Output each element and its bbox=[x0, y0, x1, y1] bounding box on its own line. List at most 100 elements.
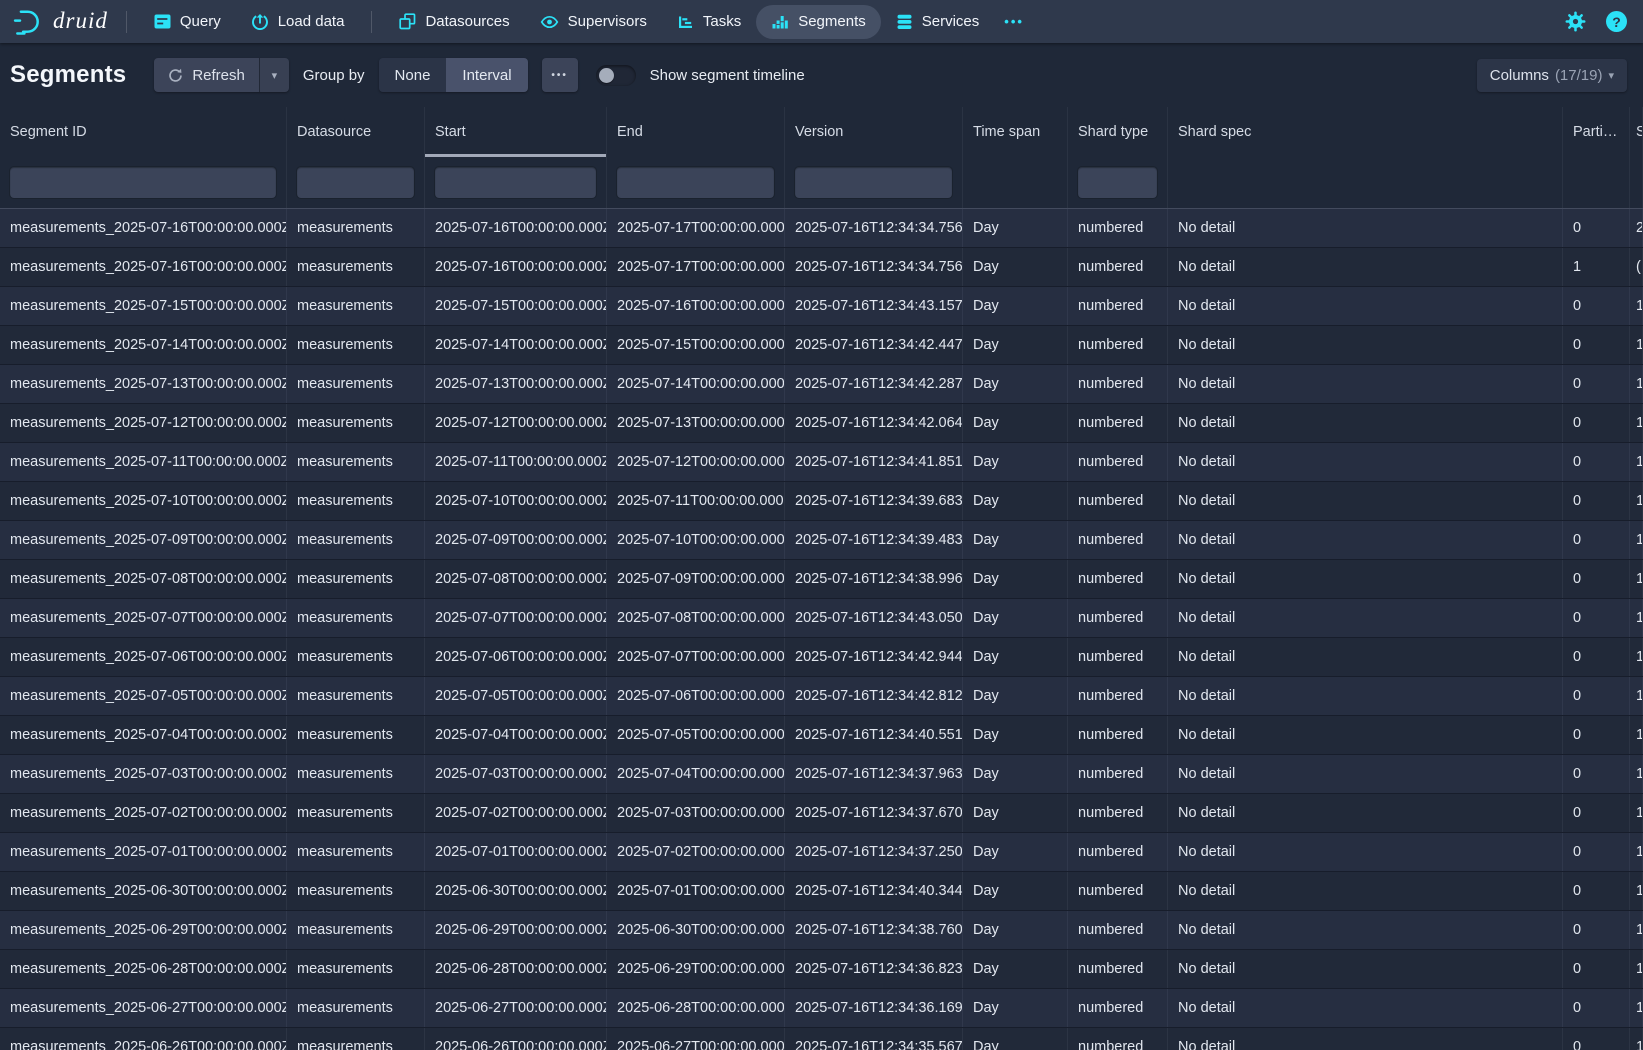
query-icon bbox=[154, 14, 171, 29]
nav-item-services[interactable]: Services bbox=[881, 5, 995, 39]
cell-shard_type: numbered bbox=[1068, 209, 1168, 247]
cell-datasource: measurements bbox=[287, 1028, 425, 1050]
column-header-start[interactable]: Start bbox=[425, 107, 607, 157]
cell-shard_spec: No detail bbox=[1168, 326, 1563, 364]
table-row[interactable]: measurements_2025-07-16T00:00:00.000Z...… bbox=[0, 209, 1643, 248]
cell-segment_id: measurements_2025-06-29T00:00:00.000Z... bbox=[0, 911, 287, 949]
filter-input-datasource[interactable] bbox=[297, 167, 414, 198]
cell-shard_spec: No detail bbox=[1168, 404, 1563, 442]
table-row[interactable]: measurements_2025-07-10T00:00:00.000Z...… bbox=[0, 482, 1643, 521]
cell-segment_id: measurements_2025-07-03T00:00:00.000Z... bbox=[0, 755, 287, 793]
cell-end: 2025-07-17T00:00:00.000Z bbox=[607, 209, 785, 247]
filter-cell-shard_type bbox=[1068, 157, 1168, 208]
cell-size: 1 bbox=[1630, 521, 1643, 559]
cell-partition: 0 bbox=[1563, 950, 1630, 988]
filter-cell-datasource bbox=[287, 157, 425, 208]
column-header-segment_id[interactable]: Segment ID bbox=[0, 107, 287, 157]
filter-input-end[interactable] bbox=[617, 167, 774, 198]
cell-size: 2 bbox=[1630, 209, 1643, 247]
cell-start: 2025-07-13T00:00:00.000Z bbox=[425, 365, 607, 403]
cell-time_span: Day bbox=[963, 326, 1068, 364]
cell-partition: 0 bbox=[1563, 872, 1630, 910]
settings-button[interactable] bbox=[1565, 11, 1586, 32]
table-row[interactable]: measurements_2025-06-27T00:00:00.000Z...… bbox=[0, 989, 1643, 1028]
column-header-datasource[interactable]: Datasource bbox=[287, 107, 425, 157]
cell-time_span: Day bbox=[963, 872, 1068, 910]
nav-overflow-button[interactable]: ••• bbox=[994, 14, 1034, 29]
group-by-interval-button[interactable]: Interval bbox=[446, 58, 527, 92]
table-row[interactable]: measurements_2025-06-26T00:00:00.000Z...… bbox=[0, 1028, 1643, 1050]
cell-shard_type: numbered bbox=[1068, 677, 1168, 715]
table-row[interactable]: measurements_2025-07-06T00:00:00.000Z...… bbox=[0, 638, 1643, 677]
cell-size: 1 bbox=[1630, 326, 1643, 364]
cell-partition: 0 bbox=[1563, 482, 1630, 520]
table-row[interactable]: measurements_2025-07-09T00:00:00.000Z...… bbox=[0, 521, 1643, 560]
cell-datasource: measurements bbox=[287, 287, 425, 325]
cell-start: 2025-06-29T00:00:00.000Z bbox=[425, 911, 607, 949]
table-row[interactable]: measurements_2025-07-15T00:00:00.000Z...… bbox=[0, 287, 1643, 326]
help-button[interactable]: ? bbox=[1606, 11, 1627, 32]
filter-input-shard_type[interactable] bbox=[1078, 167, 1157, 198]
column-header-end[interactable]: End bbox=[607, 107, 785, 157]
cell-datasource: measurements bbox=[287, 248, 425, 286]
cell-partition: 0 bbox=[1563, 677, 1630, 715]
cell-shard_spec: No detail bbox=[1168, 209, 1563, 247]
nav-item-tasks[interactable]: Tasks bbox=[662, 5, 756, 39]
nav-item-load-data[interactable]: Load data bbox=[236, 5, 360, 39]
table-row[interactable]: measurements_2025-07-03T00:00:00.000Z...… bbox=[0, 755, 1643, 794]
table-row[interactable]: measurements_2025-07-14T00:00:00.000Z...… bbox=[0, 326, 1643, 365]
column-header-version[interactable]: Version bbox=[785, 107, 963, 157]
table-row[interactable]: measurements_2025-06-29T00:00:00.000Z...… bbox=[0, 911, 1643, 950]
table-row[interactable]: measurements_2025-07-07T00:00:00.000Z...… bbox=[0, 599, 1643, 638]
cell-version: 2025-07-16T12:34:39.683Z bbox=[785, 482, 963, 520]
group-by-none-button[interactable]: None bbox=[379, 58, 447, 92]
cell-end: 2025-06-27T00:00:00.000Z bbox=[607, 1028, 785, 1050]
cell-partition: 0 bbox=[1563, 209, 1630, 247]
segment-timeline-toggle[interactable] bbox=[596, 65, 636, 86]
cell-datasource: measurements bbox=[287, 482, 425, 520]
cell-shard_type: numbered bbox=[1068, 911, 1168, 949]
table-row[interactable]: measurements_2025-07-13T00:00:00.000Z...… bbox=[0, 365, 1643, 404]
nav-item-datasources[interactable]: Datasources bbox=[384, 5, 524, 39]
cell-shard_type: numbered bbox=[1068, 248, 1168, 286]
cell-time_span: Day bbox=[963, 755, 1068, 793]
column-header-size[interactable]: S bbox=[1630, 107, 1643, 157]
table-row[interactable]: measurements_2025-07-04T00:00:00.000Z...… bbox=[0, 716, 1643, 755]
filter-cell-time_span bbox=[963, 157, 1068, 208]
column-header-shard_spec[interactable]: Shard spec bbox=[1168, 107, 1563, 157]
refresh-button[interactable]: Refresh bbox=[154, 58, 259, 92]
cell-end: 2025-07-03T00:00:00.000Z bbox=[607, 794, 785, 832]
more-options-button[interactable]: ••• bbox=[542, 58, 578, 92]
nav-item-supervisors[interactable]: Supervisors bbox=[525, 5, 662, 39]
cell-size: 1 bbox=[1630, 599, 1643, 637]
filter-input-segment_id[interactable] bbox=[10, 167, 276, 198]
table-row[interactable]: measurements_2025-07-02T00:00:00.000Z...… bbox=[0, 794, 1643, 833]
nav-item-query[interactable]: Query bbox=[139, 5, 236, 39]
cell-segment_id: measurements_2025-06-30T00:00:00.000Z... bbox=[0, 872, 287, 910]
filter-input-start[interactable] bbox=[435, 167, 596, 198]
table-row[interactable]: measurements_2025-07-08T00:00:00.000Z...… bbox=[0, 560, 1643, 599]
table-row[interactable]: measurements_2025-07-05T00:00:00.000Z...… bbox=[0, 677, 1643, 716]
logo[interactable]: druid bbox=[12, 6, 108, 38]
column-header-shard_type[interactable]: Shard type bbox=[1068, 107, 1168, 157]
cell-time_span: Day bbox=[963, 287, 1068, 325]
table-row[interactable]: measurements_2025-06-28T00:00:00.000Z...… bbox=[0, 950, 1643, 989]
table-row[interactable]: measurements_2025-07-12T00:00:00.000Z...… bbox=[0, 404, 1643, 443]
nav-item-segments[interactable]: Segments bbox=[756, 5, 881, 39]
table-row[interactable]: measurements_2025-07-01T00:00:00.000Z...… bbox=[0, 833, 1643, 872]
cell-size: 1 bbox=[1630, 638, 1643, 676]
cell-end: 2025-07-08T00:00:00.000Z bbox=[607, 599, 785, 637]
cell-partition: 0 bbox=[1563, 716, 1630, 754]
filter-input-version[interactable] bbox=[795, 167, 952, 198]
table-row[interactable]: measurements_2025-06-30T00:00:00.000Z...… bbox=[0, 872, 1643, 911]
table-row[interactable]: measurements_2025-07-16T00:00:00.000Z...… bbox=[0, 248, 1643, 287]
cell-end: 2025-07-12T00:00:00.000Z bbox=[607, 443, 785, 481]
cell-size: 1 bbox=[1630, 443, 1643, 481]
cell-version: 2025-07-16T12:34:43.050Z bbox=[785, 599, 963, 637]
table-row[interactable]: measurements_2025-07-11T00:00:00.000Z...… bbox=[0, 443, 1643, 482]
columns-button[interactable]: Columns (17/19) ▾ bbox=[1477, 59, 1627, 92]
column-header-partition[interactable]: Partiti... bbox=[1563, 107, 1630, 157]
cell-start: 2025-06-30T00:00:00.000Z bbox=[425, 872, 607, 910]
refresh-dropdown-caret[interactable]: ▾ bbox=[259, 58, 289, 92]
column-header-time_span[interactable]: Time span bbox=[963, 107, 1068, 157]
